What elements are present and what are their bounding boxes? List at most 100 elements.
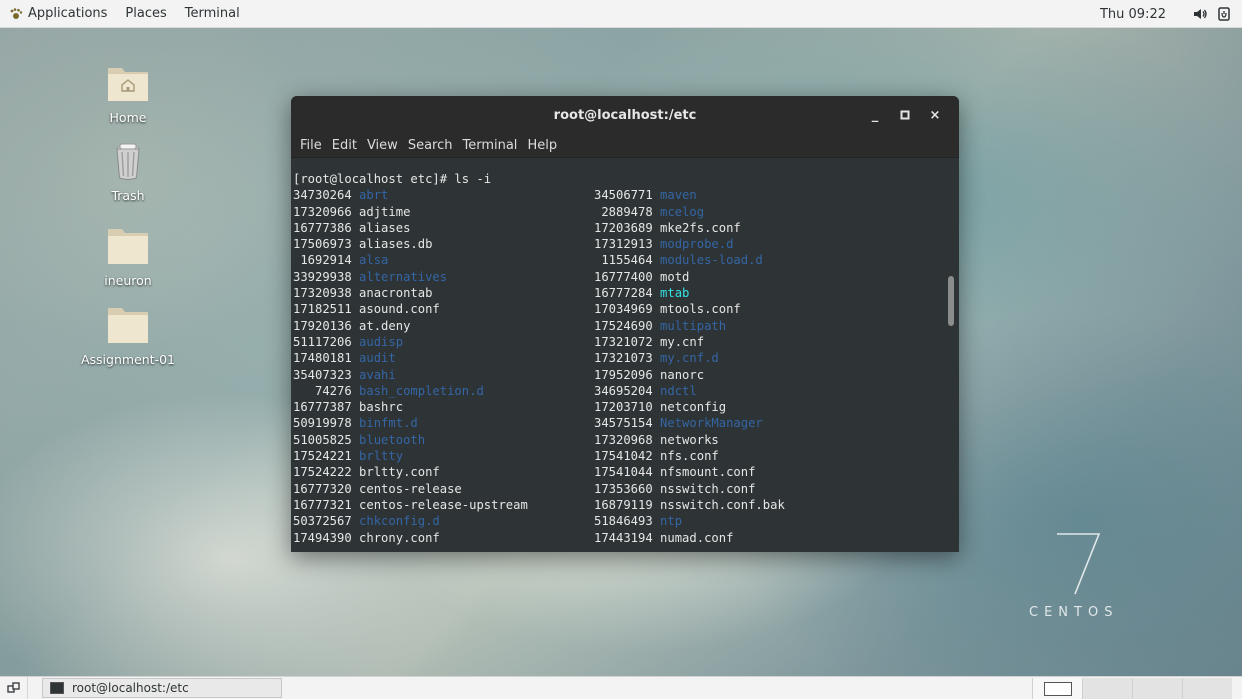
ls-entry: 17524690 multipath: [594, 318, 785, 334]
ls-entry: 33929938 alternatives: [293, 269, 594, 285]
inode-number: 51117206: [293, 334, 352, 349]
directory-name: brltty: [359, 449, 404, 464]
inode-number: 51005825: [293, 432, 352, 447]
menu-search[interactable]: Search: [403, 138, 458, 153]
inode-number: 1692914: [293, 253, 352, 268]
ls-entry: 34506771 maven: [594, 187, 785, 203]
inode-number: 17524221: [293, 449, 352, 464]
ls-entry: 17203710 netconfig: [594, 399, 785, 415]
ls-entry: 16777321 centos-release-upstream: [293, 497, 594, 513]
power-icon[interactable]: [1216, 6, 1232, 22]
inode-number: 17494390: [293, 530, 352, 545]
close-button[interactable]: ×: [923, 103, 947, 127]
directory-name: avahi: [359, 367, 396, 382]
ls-entry: 17203689 mke2fs.conf: [594, 220, 785, 236]
desktop-icon-trash[interactable]: Trash: [73, 141, 183, 203]
ls-entry: 35407323 avahi: [293, 367, 594, 383]
top-panel: Applications Places Terminal Thu 09:22: [0, 0, 1242, 28]
terminal-window[interactable]: root@localhost:/etc _ × File Edit View S…: [291, 96, 959, 552]
file-name: netconfig: [660, 400, 727, 415]
volume-icon[interactable]: [1192, 6, 1208, 22]
ls-entry: 1155464 modules-load.d: [594, 252, 785, 268]
directory-name: alsa: [359, 253, 389, 268]
directory-name: mcelog: [660, 204, 705, 219]
ls-entry: 1692914 alsa: [293, 252, 594, 268]
inode-number: 2889478: [594, 204, 653, 219]
directory-name: chkconfig.d: [359, 514, 440, 529]
file-name: networks: [660, 432, 719, 447]
ls-entry: 17182511 asound.conf: [293, 301, 594, 317]
file-name: bashrc: [359, 400, 404, 415]
ls-output: 34730264 abrt 17320966 adjtime 16777386 al…: [293, 187, 959, 546]
applications-label: Applications: [28, 5, 108, 21]
taskbar-item-terminal[interactable]: root@localhost:/etc: [42, 678, 282, 698]
directory-name: abrt: [359, 188, 389, 203]
ls-entry: 16777387 bashrc: [293, 399, 594, 415]
directory-name: modprobe.d: [660, 237, 734, 252]
inode-number: 17920136: [293, 318, 352, 333]
places-menu[interactable]: Places: [116, 0, 175, 28]
minimize-button[interactable]: _: [863, 103, 887, 127]
desktop-icon-assignment-01[interactable]: Assignment-01: [73, 305, 183, 367]
terminal-output[interactable]: [root@localhost etc]# ls -i 34730264 abr…: [291, 158, 959, 552]
workspace-window-icon: [1043, 681, 1072, 696]
ls-entry: 2889478 mcelog: [594, 204, 785, 220]
inode-number: 17321073: [594, 351, 653, 366]
window-titlebar[interactable]: root@localhost:/etc _ ×: [291, 96, 959, 134]
ls-entry: 17320968 networks: [594, 432, 785, 448]
file-name: motd: [660, 269, 690, 284]
ls-entry: 17321072 my.cnf: [594, 334, 785, 350]
workspace-4[interactable]: [1182, 678, 1232, 699]
ls-column-left: 34730264 abrt 17320966 adjtime 16777386 al…: [293, 187, 594, 546]
inode-number: 35407323: [293, 367, 352, 382]
trash-icon: [116, 143, 140, 180]
inode-number: 17312913: [594, 237, 653, 252]
ls-entry: 17034969 mtools.conf: [594, 301, 785, 317]
menu-file[interactable]: File: [295, 138, 327, 153]
inode-number: 17034969: [594, 302, 653, 317]
inode-number: 17203689: [594, 220, 653, 235]
desktop-icon-label: ineuron: [104, 273, 152, 288]
ls-entry: 17541042 nfs.conf: [594, 448, 785, 464]
maximize-icon: [900, 110, 910, 120]
ls-column-right: 34506771 maven 2889478 mcelog 17203689 mk…: [594, 187, 785, 546]
gnome-foot-icon: [10, 7, 23, 19]
terminal-app-menu[interactable]: Terminal: [176, 0, 249, 28]
file-name: aliases: [359, 220, 411, 235]
ls-entry: 34730264 abrt: [293, 187, 594, 203]
inode-number: 16777321: [293, 497, 352, 512]
desktop-icon-label: Home: [109, 110, 147, 125]
ls-entry: 16777386 aliases: [293, 220, 594, 236]
window-title: root@localhost:/etc: [553, 107, 697, 123]
workspace-1[interactable]: [1032, 678, 1082, 699]
terminal-scrollbar[interactable]: [948, 276, 954, 326]
menu-terminal[interactable]: Terminal: [457, 138, 522, 153]
clock[interactable]: Thu 09:22: [1100, 7, 1166, 22]
workspace-3[interactable]: [1132, 678, 1182, 699]
file-name: asound.conf: [359, 302, 440, 317]
applications-menu[interactable]: Applications: [0, 0, 116, 28]
menu-help[interactable]: Help: [522, 138, 562, 153]
file-name: mke2fs.conf: [660, 220, 741, 235]
desktop-icon-ineuron[interactable]: ineuron: [73, 226, 183, 288]
ls-entry: 17320966 adjtime: [293, 204, 594, 220]
ls-entry: 50372567 chkconfig.d: [293, 513, 594, 529]
maximize-button[interactable]: [893, 103, 917, 127]
inode-number: 17952096: [594, 367, 653, 382]
inode-number: 17203710: [594, 400, 653, 415]
inode-number: 50919978: [293, 416, 352, 431]
show-desktop-button[interactable]: [0, 676, 28, 699]
directory-name: audit: [359, 351, 396, 366]
inode-number: 17524690: [594, 318, 653, 333]
ls-entry: 16879119 nsswitch.conf.bak: [594, 497, 785, 513]
inode-number: 34730264: [293, 188, 352, 203]
terminal-menubar: File Edit View Search Terminal Help: [291, 134, 959, 158]
desktop-icon-home[interactable]: Home: [73, 63, 183, 125]
menu-view[interactable]: View: [362, 138, 403, 153]
ls-entry: 17920136 at.deny: [293, 318, 594, 334]
directory-name: ndctl: [660, 383, 697, 398]
menu-edit[interactable]: Edit: [327, 138, 362, 153]
workspace-2[interactable]: [1082, 678, 1132, 699]
ls-entry: 17494390 chrony.conf: [293, 530, 594, 546]
file-name: mtools.conf: [660, 302, 741, 317]
